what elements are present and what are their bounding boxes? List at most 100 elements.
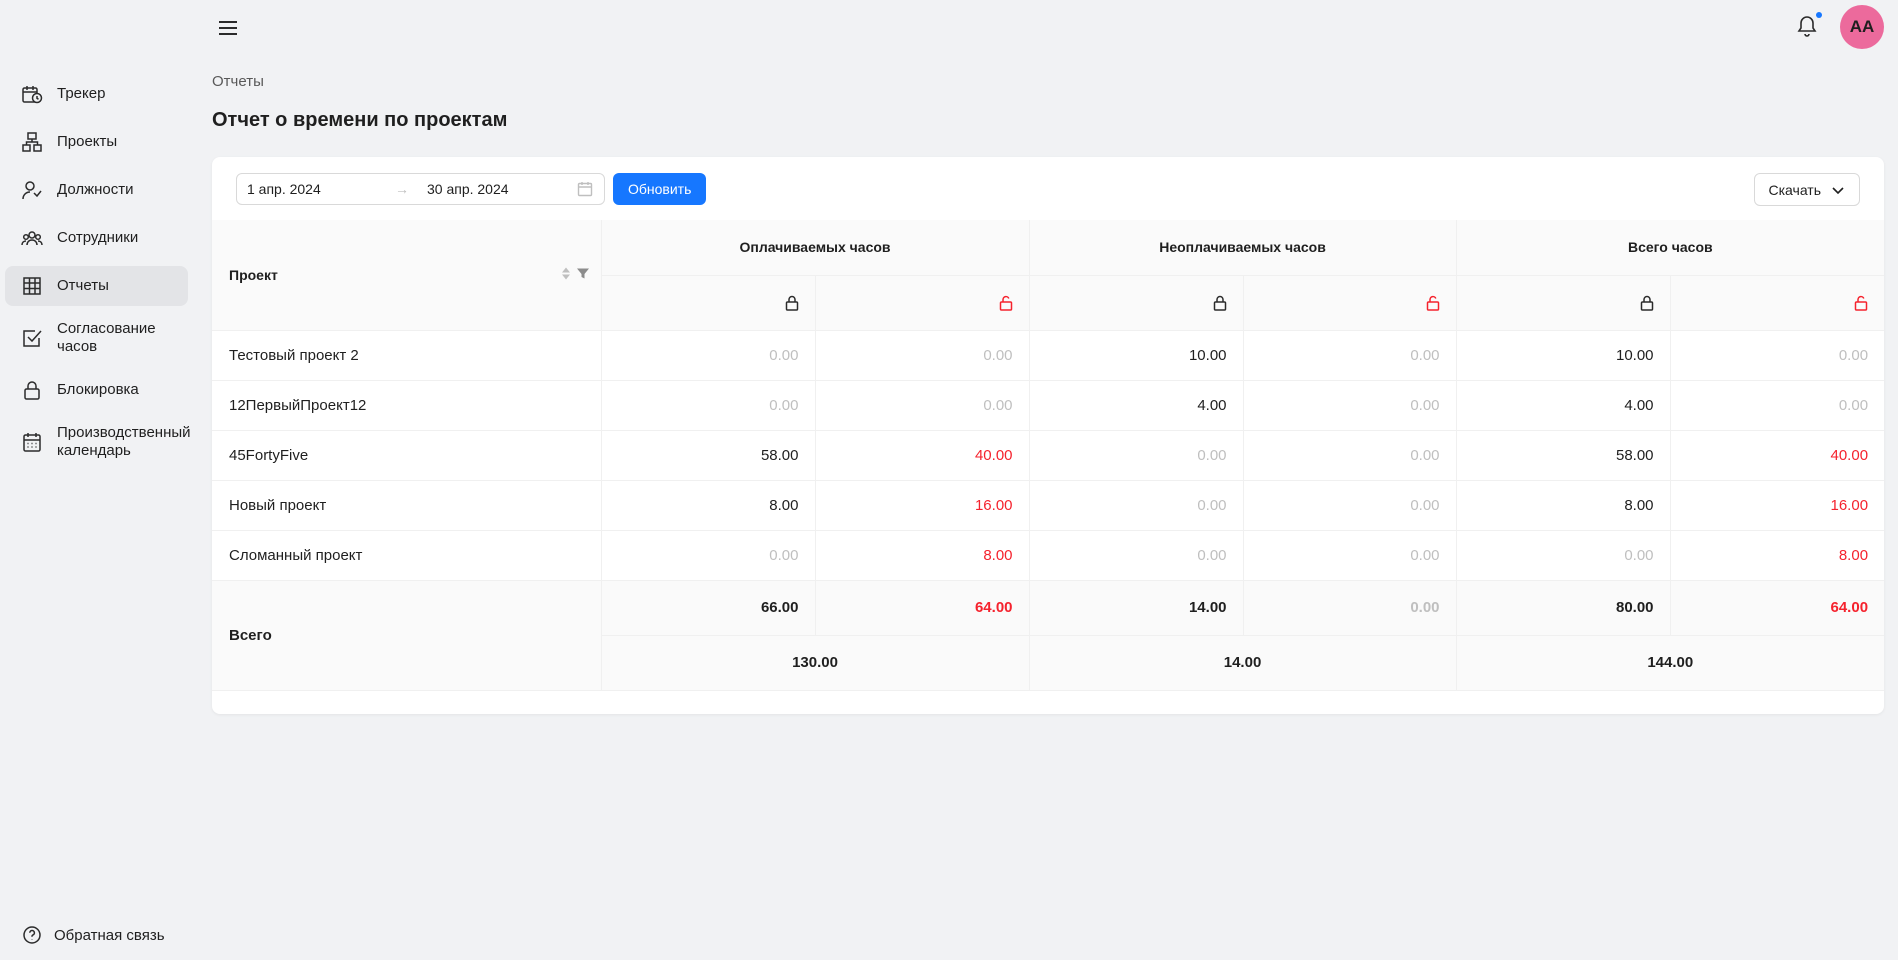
- locked-column-header: [1456, 275, 1671, 331]
- calendar-icon: [21, 431, 43, 453]
- hours-cell: 8.00: [1456, 480, 1671, 531]
- download-label: Скачать: [1768, 181, 1822, 198]
- hours-cell: 0.00: [1029, 430, 1244, 481]
- lock-open-icon: [1854, 295, 1868, 311]
- projects-icon: [21, 131, 43, 153]
- total-cell: 66.00: [601, 580, 816, 636]
- tracker-icon: [21, 83, 43, 105]
- hours-cell: 4.00: [1029, 380, 1244, 431]
- filter-icon[interactable]: [576, 267, 589, 283]
- hours-cell: 0.00: [601, 380, 816, 431]
- reports-icon: [21, 275, 43, 297]
- lock-open-icon: [999, 295, 1013, 311]
- column-group-nonbillable: Неоплачиваемых часов: [1029, 220, 1457, 276]
- hours-cell: 0.00: [815, 330, 1030, 381]
- sort-icon[interactable]: [561, 266, 571, 283]
- total-cell: 0.00: [1243, 580, 1457, 636]
- project-name-cell[interactable]: Новый проект: [212, 480, 602, 531]
- refresh-button[interactable]: Обновить: [613, 173, 707, 205]
- sidebar-item-calendar[interactable]: Производственный календарь: [5, 418, 191, 466]
- report-table: Проект Оплачиваемых часов Неоплачиваемых…: [212, 220, 1885, 691]
- employees-icon: [21, 227, 43, 249]
- bell-icon: [1797, 16, 1817, 37]
- avatar[interactable]: AA: [1840, 5, 1884, 49]
- hours-cell: 58.00: [601, 430, 816, 481]
- sidebar-item-label: Сотрудники: [57, 229, 139, 246]
- hours-cell: 0.00: [1243, 530, 1457, 581]
- download-button[interactable]: Скачать: [1753, 173, 1860, 206]
- hours-cell: 40.00: [815, 430, 1030, 481]
- toolbar: 1 апр. 2024 → 30 апр. 2024 Обновить: [236, 173, 707, 205]
- lock-icon: [21, 379, 43, 401]
- hours-cell: 8.00: [601, 480, 816, 531]
- project-name-cell[interactable]: 45FortyFive: [212, 430, 602, 481]
- sidebar-item-projects[interactable]: Проекты: [5, 122, 188, 162]
- hours-cell: 0.00: [1670, 380, 1885, 431]
- group-total-all: 144.00: [1456, 635, 1885, 691]
- column-header-label: Проект: [229, 266, 278, 283]
- feedback-label: Обратная связь: [54, 926, 165, 944]
- sidebar-item-label: Производственный календарь: [57, 424, 191, 459]
- date-range-picker[interactable]: 1 апр. 2024 → 30 апр. 2024: [236, 173, 605, 205]
- sidebar-item-label: Проекты: [57, 133, 118, 150]
- lock-closed-icon: [785, 295, 799, 311]
- table-row[interactable]: Новый проект 8.00 16.00 0.00 0.00 8.00 16.00: [212, 480, 1885, 531]
- menu-toggle-button[interactable]: [216, 16, 240, 40]
- sidebar-item-reports[interactable]: Отчеты: [5, 266, 188, 306]
- unlocked-column-header: [815, 275, 1030, 331]
- lock-closed-icon: [1640, 295, 1654, 311]
- hours-cell: 0.00: [1243, 380, 1457, 431]
- hours-cell: 40.00: [1670, 430, 1885, 481]
- positions-icon: [21, 179, 43, 201]
- hours-cell: 0.00: [1243, 330, 1457, 381]
- total-cell: 64.00: [815, 580, 1030, 636]
- unlocked-column-header: [1670, 275, 1885, 331]
- group-total-nonbillable: 14.00: [1029, 635, 1457, 691]
- total-cell: 64.00: [1670, 580, 1885, 636]
- help-icon: [22, 925, 42, 945]
- date-from-input[interactable]: 1 апр. 2024: [247, 181, 395, 197]
- sidebar-item-tracker[interactable]: Трекер: [5, 74, 188, 114]
- calendar-icon: [577, 181, 593, 197]
- sidebar-item-label: Блокировка: [57, 381, 139, 398]
- table-row[interactable]: 45FortyFive 58.00 40.00 0.00 0.00 58.00 40.00: [212, 430, 1885, 481]
- sidebar-item-label: Трекер: [57, 85, 106, 102]
- column-header-project[interactable]: Проект: [212, 220, 602, 331]
- feedback-link[interactable]: Обратная связь: [22, 925, 165, 945]
- column-group-total: Всего часов: [1456, 220, 1885, 276]
- sidebar-item-label: Согласование часов: [57, 320, 156, 355]
- hours-cell: 0.00: [815, 380, 1030, 431]
- hours-cell: 0.00: [1243, 430, 1457, 481]
- project-name-cell[interactable]: Тестовый проект 2: [212, 330, 602, 381]
- notification-badge: [1816, 12, 1822, 18]
- table-row[interactable]: Тестовый проект 2 0.00 0.00 10.00 0.00 10.00 0…: [212, 330, 1885, 381]
- hours-cell: 8.00: [815, 530, 1030, 581]
- notifications-button[interactable]: [1796, 12, 1822, 40]
- hours-cell: 58.00: [1456, 430, 1671, 481]
- hamburger-icon: [219, 21, 237, 35]
- hours-cell: 0.00: [1670, 330, 1885, 381]
- total-cell: 14.00: [1029, 580, 1244, 636]
- table-row[interactable]: 12ПервыйПроект12 0.00 0.00 4.00 0.00 4.00 0.00: [212, 380, 1885, 431]
- hours-cell: 0.00: [1029, 480, 1244, 531]
- breadcrumb[interactable]: Отчеты: [212, 73, 264, 90]
- sidebar-item-positions[interactable]: Должности: [5, 170, 188, 210]
- table-row[interactable]: Сломанный проект 0.00 8.00 0.00 0.00 0.00 8.00: [212, 530, 1885, 581]
- sidebar-item-employees[interactable]: Сотрудники: [5, 218, 188, 258]
- report-card: 1 апр. 2024 → 30 апр. 2024 Обновить Скач…: [212, 157, 1885, 714]
- lock-closed-icon: [1213, 295, 1227, 311]
- hours-cell: 0.00: [601, 530, 816, 581]
- sidebar-item-label: Должности: [57, 181, 134, 198]
- project-name-cell[interactable]: Сломанный проект: [212, 530, 602, 581]
- sidebar-item-lock[interactable]: Блокировка: [5, 370, 188, 410]
- sidebar-item-approval[interactable]: Согласование часов: [5, 314, 188, 362]
- lock-open-icon: [1426, 295, 1440, 311]
- locked-column-header: [601, 275, 816, 331]
- hours-cell: 16.00: [815, 480, 1030, 531]
- date-to-input[interactable]: 30 апр. 2024: [427, 181, 577, 197]
- project-name-cell[interactable]: 12ПервыйПроект12: [212, 380, 602, 431]
- approval-icon: [21, 327, 43, 349]
- sidebar: Трекер Проекты Должности Сотрудники Отче…: [0, 0, 196, 960]
- column-group-billable: Оплачиваемых часов: [601, 220, 1030, 276]
- hours-cell: 0.00: [1243, 480, 1457, 531]
